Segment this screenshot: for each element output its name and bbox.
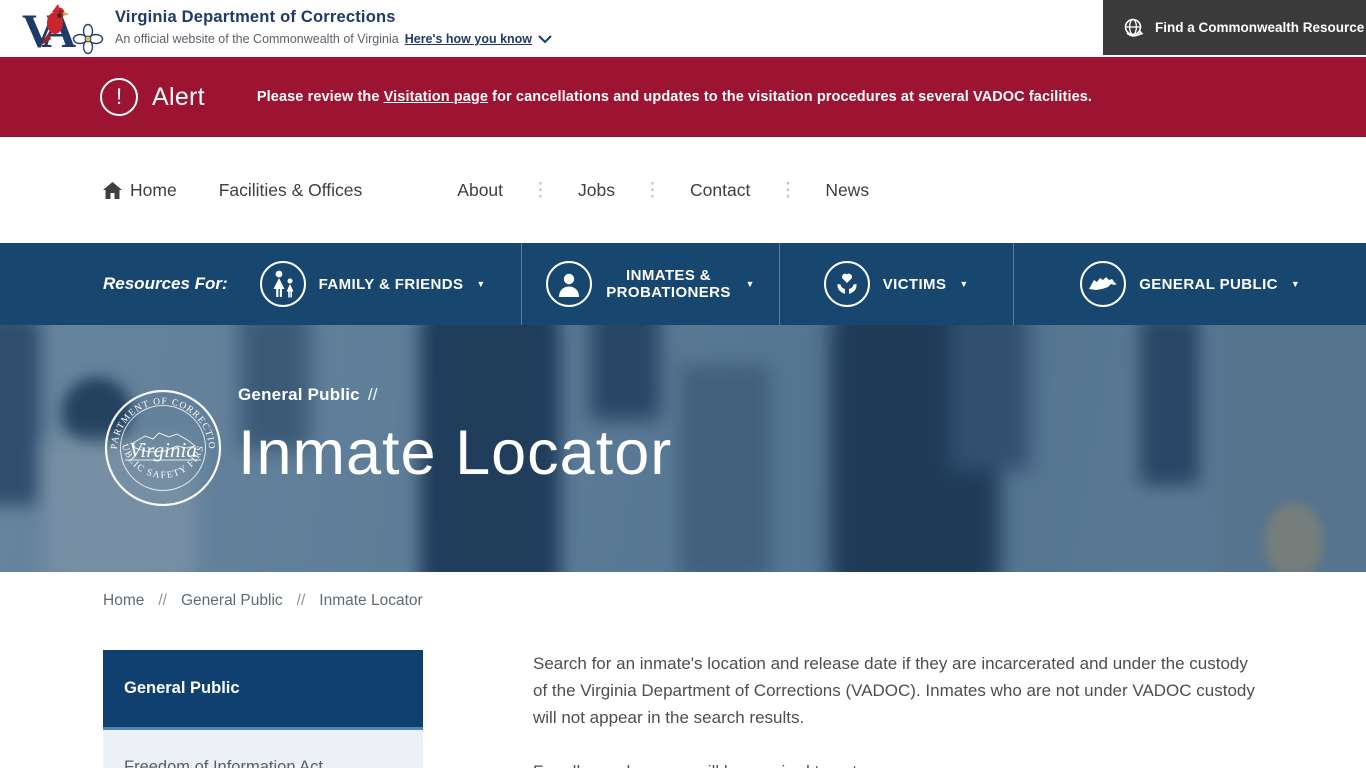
breadcrumb-current: Inmate Locator — [319, 592, 422, 610]
globe-icon — [1123, 17, 1145, 39]
alert-message-suffix: for cancellations and updates to the vis… — [488, 89, 1092, 105]
chevron-down-icon[interactable] — [538, 35, 552, 44]
alert-banner: ! Alert Please review the Visitation pag… — [0, 57, 1366, 137]
seal-middle-text: Virginia — [129, 438, 197, 462]
breadcrumb-home[interactable]: Home — [103, 592, 144, 610]
menu-inmates-probationers[interactable]: INMATES & PROBATIONERS ▼ — [521, 243, 778, 325]
find-commonwealth-resource-button[interactable]: Find a Commonwealth Resource — [1103, 0, 1366, 55]
sidebar-item-foia[interactable]: Freedom of Information Act — [103, 730, 423, 768]
alert-message-prefix: Please review the — [257, 89, 384, 105]
va-logo-icon: VA — [22, 3, 114, 55]
home-icon — [103, 182, 122, 199]
nav-contact[interactable]: Contact — [690, 180, 750, 201]
page: VA Virgin — [0, 0, 1366, 768]
visitation-page-link[interactable]: Visitation page — [384, 89, 488, 105]
hero-eyebrow[interactable]: General Public // — [238, 385, 672, 405]
alert-message: Please review the Visitation page for ca… — [257, 89, 1092, 105]
breadcrumb-separator: // — [158, 592, 167, 610]
resources-for-bar: Resources For: FAMILY & FRIENDS ▼ — [0, 243, 1366, 325]
menu-family-friends[interactable]: FAMILY & FRIENDS ▼ — [225, 243, 520, 325]
breadcrumb-separator: // — [297, 592, 306, 610]
hero-banner: DEPARTMENT OF CORRECTIONS PUBLIC SAFETY … — [0, 325, 1366, 572]
dropdown-arrow-icon: ▼ — [959, 279, 968, 289]
alert-label: Alert — [152, 83, 205, 112]
dropdown-arrow-icon: ▼ — [476, 279, 485, 289]
nav-home[interactable]: Home — [103, 180, 177, 201]
requirements-lead: For all searches, you will be required t… — [533, 758, 1265, 768]
hero-eyebrow-label: General Public — [238, 385, 360, 404]
breadcrumb-general-public[interactable]: General Public — [181, 592, 283, 610]
alert-exclamation-icon: ! — [100, 78, 138, 116]
page-title: Inmate Locator — [238, 417, 672, 489]
sidebar-item-general-public[interactable]: General Public — [103, 650, 423, 730]
nav-separator-dots: ⋮ — [531, 179, 550, 202]
menu-label: GENERAL PUBLIC — [1139, 276, 1278, 293]
nav-separator-dots: ⋮ — [643, 179, 662, 202]
resource-button-label: Find a Commonwealth Resource — [1155, 20, 1364, 35]
brand-block: Virginia Department of Corrections An of… — [115, 8, 552, 46]
nav-separator-dots: ⋮ — [778, 179, 797, 202]
inmate-icon — [546, 261, 592, 307]
main-navigation: Home Facilities & Offices About ⋮ Jobs ⋮… — [0, 137, 1366, 243]
menu-label: VICTIMS — [883, 276, 947, 293]
dropdown-arrow-icon: ▼ — [1291, 279, 1300, 289]
vadoc-logo[interactable]: VA — [22, 3, 114, 55]
nav-jobs[interactable]: Jobs — [578, 180, 615, 201]
official-site-text: An official website of the Commonwealth … — [115, 32, 399, 46]
resources-for-label: Resources For: — [103, 274, 228, 294]
nav-news[interactable]: News — [825, 180, 869, 201]
main-content: Search for an inmate's location and rele… — [533, 650, 1265, 768]
victims-heart-hands-icon — [824, 261, 870, 307]
virginia-map-icon — [1080, 261, 1126, 307]
heres-how-you-know-link[interactable]: Here's how you know — [405, 32, 532, 46]
hero-eyebrow-separator: // — [368, 385, 378, 404]
nav-home-label: Home — [130, 180, 177, 201]
menu-victims[interactable]: VICTIMS ▼ — [779, 243, 1012, 325]
dogwood-flower-icon — [74, 25, 103, 54]
menu-label: FAMILY & FRIENDS — [319, 276, 464, 293]
family-icon — [260, 261, 306, 307]
vadoc-seal-icon: DEPARTMENT OF CORRECTIONS PUBLIC SAFETY … — [103, 388, 223, 508]
dropdown-arrow-icon: ▼ — [746, 279, 755, 289]
nav-facilities-offices[interactable]: Facilities & Offices — [219, 180, 363, 201]
section-sidebar: General Public Freedom of Information Ac… — [103, 650, 423, 768]
breadcrumb: Home // General Public // Inmate Locator — [103, 592, 423, 610]
menu-label: INMATES & PROBATIONERS — [605, 267, 733, 301]
site-header: VA Virgin — [0, 0, 1366, 57]
menu-general-public[interactable]: GENERAL PUBLIC ▼ — [1013, 243, 1366, 325]
nav-about[interactable]: About — [457, 180, 503, 201]
site-title: Virginia Department of Corrections — [115, 8, 552, 27]
intro-paragraph: Search for an inmate's location and rele… — [533, 650, 1265, 731]
